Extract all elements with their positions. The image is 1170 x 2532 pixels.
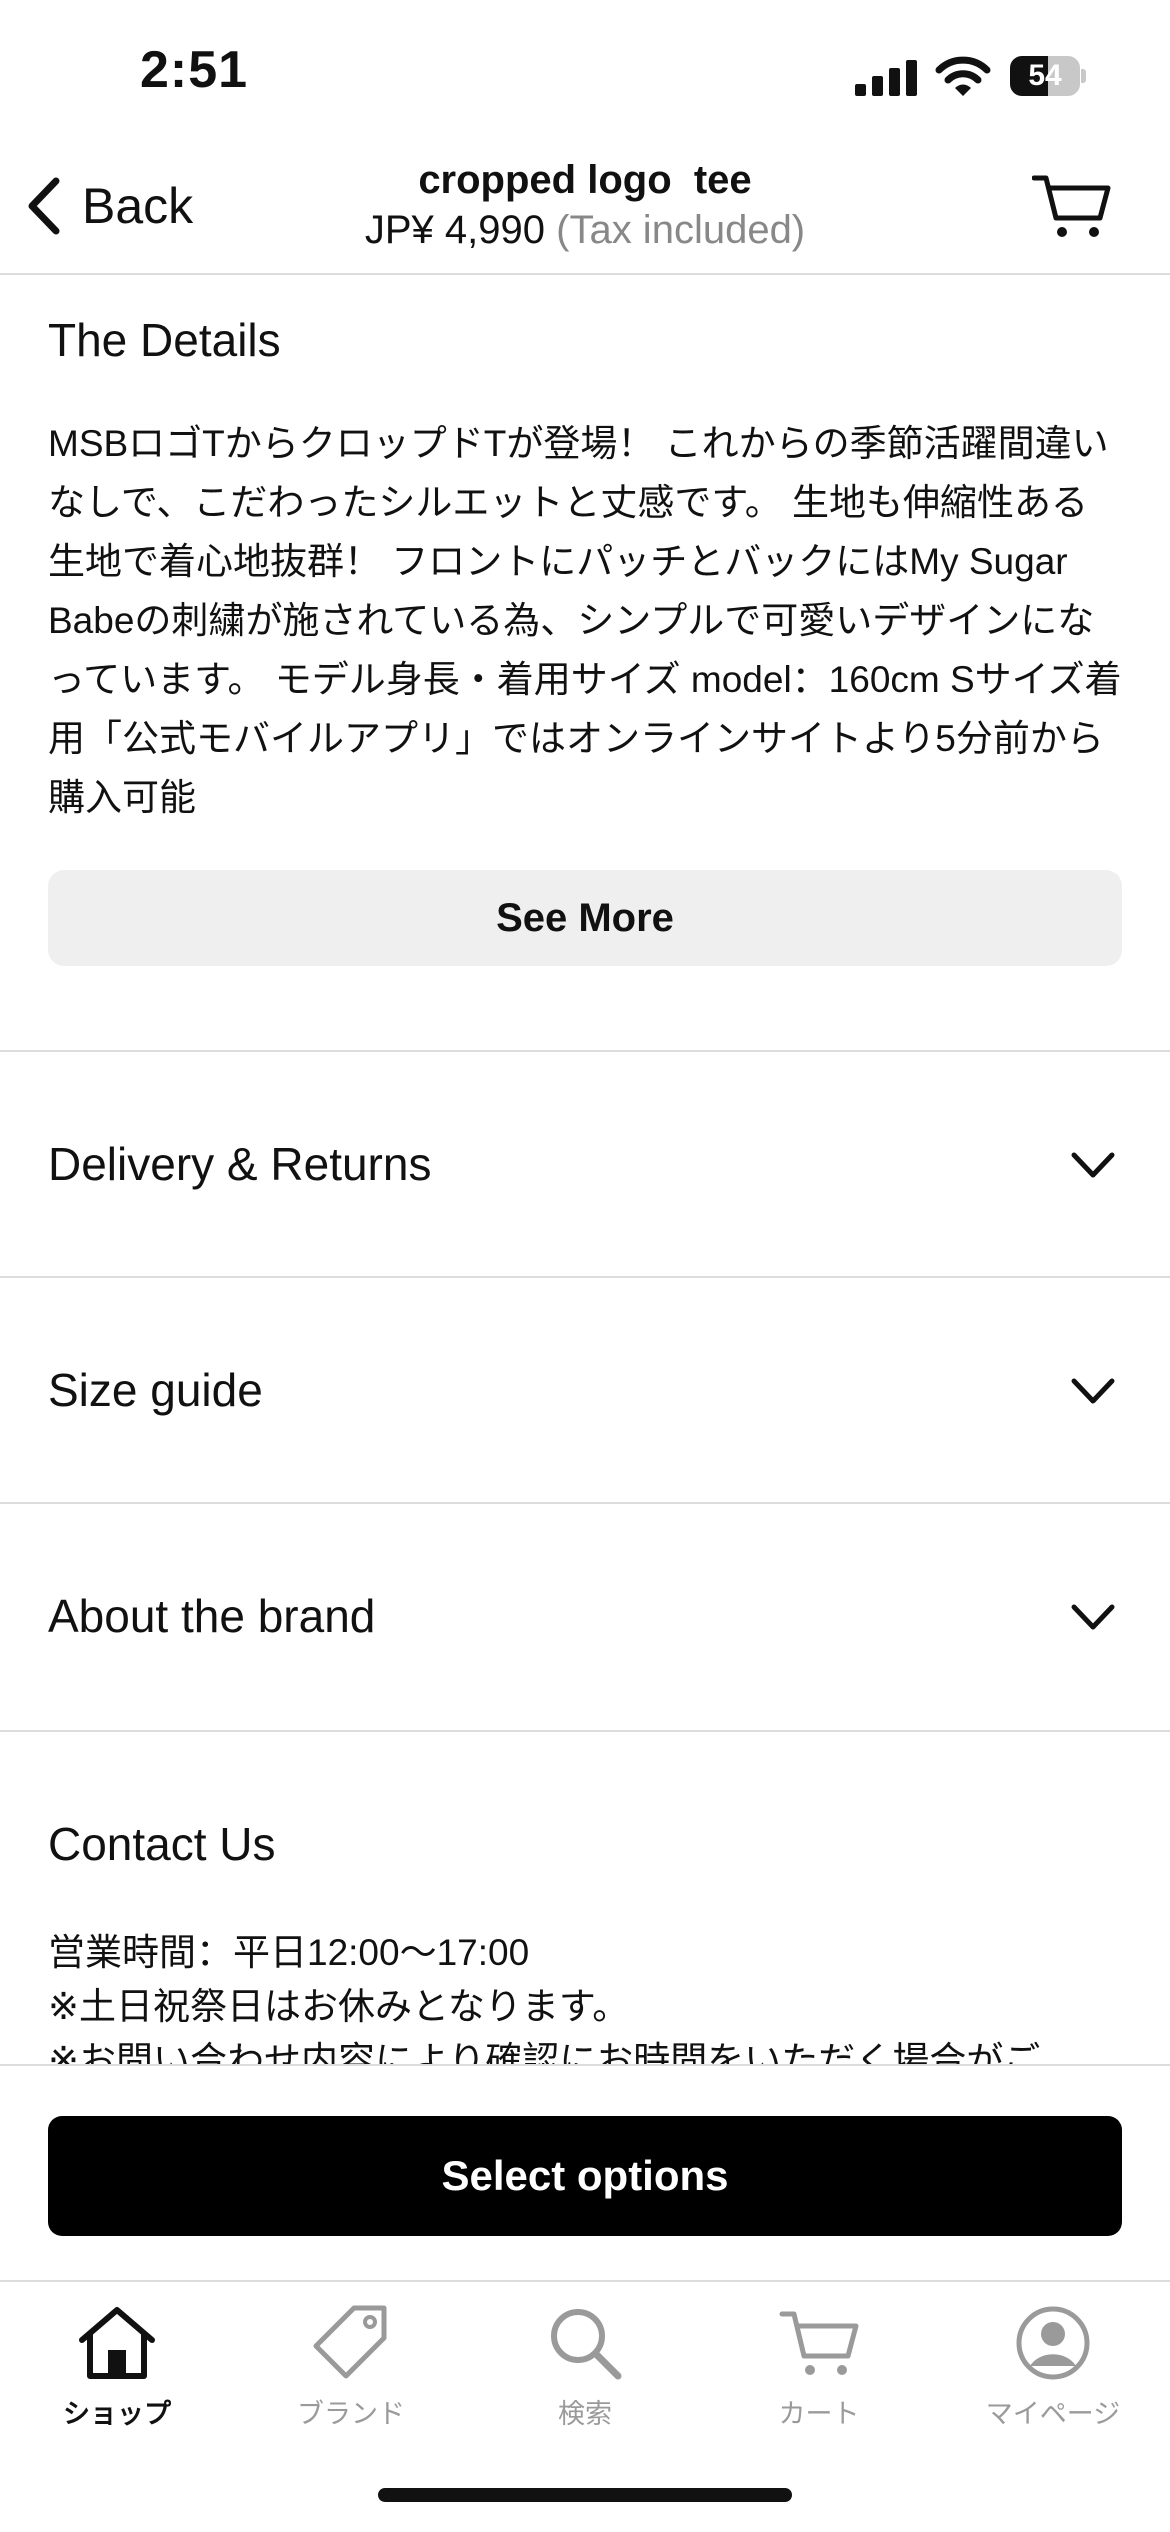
tab-label: ブランド	[297, 2399, 405, 2429]
tag-icon	[313, 2305, 387, 2379]
product-price: JP¥ 4,990	[364, 208, 545, 252]
see-more-button[interactable]: See More	[48, 870, 1122, 966]
user-icon	[1016, 2306, 1090, 2380]
chevron-down-icon	[1071, 1152, 1115, 1178]
product-price-line: JP¥ 4,990 (Tax included)	[280, 208, 890, 253]
cart-icon	[1031, 175, 1111, 237]
search-icon	[551, 2309, 622, 2380]
tab-label: カート	[778, 2399, 860, 2429]
tab-label: マイページ	[985, 2399, 1121, 2429]
home-indicator	[378, 2488, 792, 2502]
action-area: Select options	[0, 2064, 1170, 2282]
tab-mypage[interactable]: マイページ	[936, 2300, 1170, 2440]
size-guide-row[interactable]: Size guide	[0, 1276, 1170, 1504]
details-description: MSBロゴTからクロップドTが登場！ これからの季節活躍間違いなしで、こだわった…	[48, 423, 1122, 818]
product-title: cropped logo tee	[418, 158, 752, 202]
chevron-down-icon	[1071, 1378, 1115, 1404]
tab-brand[interactable]: ブランド	[234, 2300, 468, 2440]
battery-icon: 54	[1010, 56, 1086, 96]
row-label: About the brand	[48, 1590, 376, 1642]
tab-label: 検索	[558, 2399, 612, 2429]
tab-search[interactable]: 検索	[468, 2300, 702, 2440]
navigation-bar: Back cropped logo tee JP¥ 4,990 (Tax inc…	[0, 150, 1170, 275]
wifi-icon	[935, 56, 991, 96]
battery-percent: 54	[1028, 59, 1062, 92]
contact-section: Contact Us 営業時間：平日12:00～17:00 ※土日祝祭日はお休み…	[0, 1730, 1170, 2066]
row-label: Size guide	[48, 1364, 263, 1416]
status-bar: 2:51 54	[0, 0, 1170, 150]
contact-heading: Contact Us	[48, 1818, 276, 1870]
contact-note: ※土日祝祭日はお休みとなります。	[48, 1986, 630, 2027]
about-brand-row[interactable]: About the brand	[0, 1502, 1170, 1730]
cellular-signal-icon	[855, 60, 917, 96]
back-button[interactable]: Back	[24, 170, 193, 242]
back-label: Back	[82, 178, 194, 234]
chevron-down-icon	[1071, 1604, 1115, 1630]
cart-icon	[779, 2311, 859, 2375]
contact-hours: 営業時間：平日12:00～17:00	[48, 1932, 530, 1973]
tab-cart[interactable]: カート	[702, 2300, 936, 2440]
delivery-returns-row[interactable]: Delivery & Returns	[0, 1050, 1170, 1278]
tab-label: ショップ	[63, 2399, 171, 2429]
details-heading: The Details	[48, 314, 281, 366]
tab-shop[interactable]: ショップ	[0, 2300, 234, 2440]
tax-note: (Tax included)	[556, 208, 806, 252]
product-detail-screen: 2:51 54 Back cropped logo tee JP¥ 4,990 …	[0, 0, 1170, 2532]
row-label: Delivery & Returns	[48, 1138, 432, 1190]
status-time: 2:51	[140, 41, 249, 99]
cart-button[interactable]	[1031, 172, 1112, 242]
home-icon	[79, 2307, 155, 2379]
contact-note: ※お問い合わせ内容により確認にお時間をいただく場合がご	[48, 2040, 1041, 2066]
chevron-left-icon	[28, 177, 60, 235]
select-options-button[interactable]: Select options	[48, 2116, 1122, 2236]
